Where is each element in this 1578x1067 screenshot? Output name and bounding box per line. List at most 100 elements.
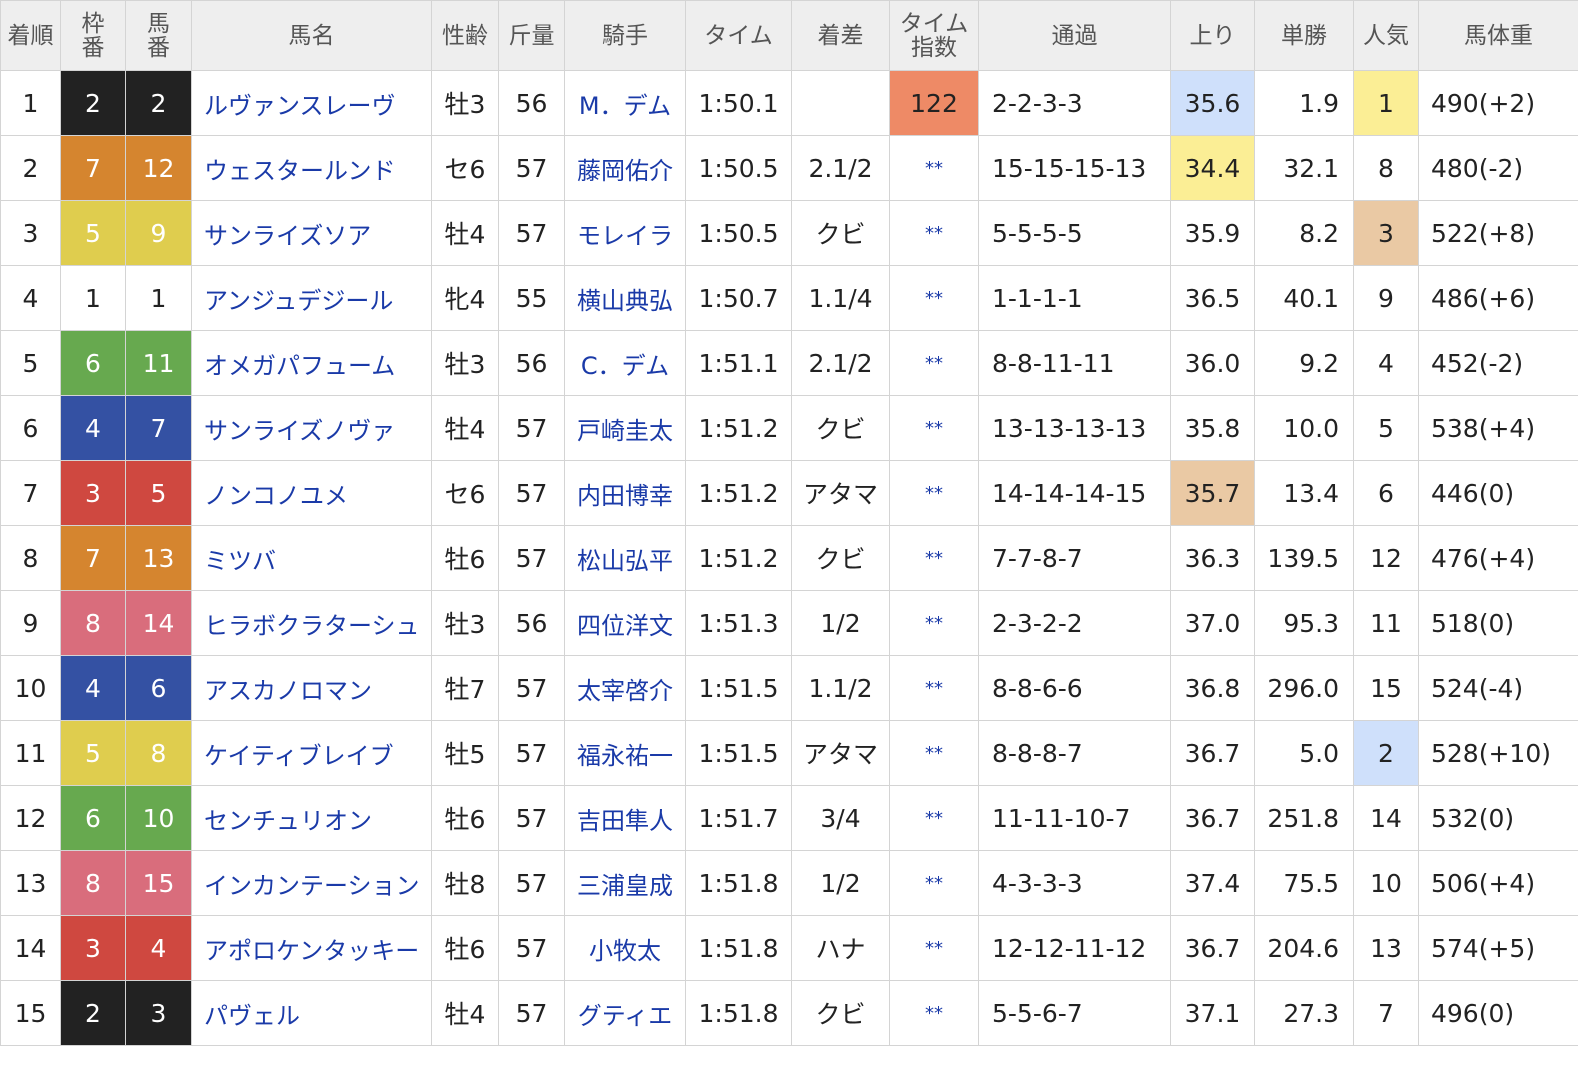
jockey-link[interactable]: 太宰啓介 [564, 655, 686, 721]
sex-age-cell: 牡8 [431, 850, 499, 916]
jockey-link[interactable]: 松山弘平 [564, 525, 686, 591]
margin-cell: アタマ [791, 720, 890, 786]
jockey-link[interactable]: 福永祐一 [564, 720, 686, 786]
table-row[interactable]: 5 6 11 オメガパフューム 牡3 56 C．デム 1:51.1 2.1/2 ** 8-8-11-… [0, 330, 1578, 396]
table-row[interactable]: 2 7 12 ウェスタールンド セ6 57 藤岡佑介 1:50.5 2.1/2 ** 15-15-1… [0, 135, 1578, 201]
body-weight-cell: 538(+4) [1418, 395, 1578, 461]
horse-name-link[interactable]: アンジュデジール [191, 265, 432, 331]
header-row: 着順 枠番 馬番 馬名 性齢 斤量 騎手 タイム 着差 タイム 指数 通過 上り … [0, 0, 1578, 71]
horse-name-link[interactable]: アポロケンタッキー [191, 915, 432, 981]
waku-cell: 5 [60, 200, 126, 266]
header-passing[interactable]: 通過 [978, 0, 1171, 71]
header-popularity[interactable]: 人気 [1353, 0, 1419, 71]
horse-name-link[interactable]: アスカノロマン [191, 655, 432, 721]
sex-age-cell: 牡6 [431, 525, 499, 591]
time-index-cell: ** [889, 785, 979, 851]
margin-cell: 2.1/2 [791, 330, 890, 396]
time-cell: 1:51.8 [685, 980, 792, 1046]
sex-age-cell: セ6 [431, 460, 499, 526]
rank-cell: 2 [0, 135, 61, 201]
waku-cell: 5 [60, 720, 126, 786]
popularity-cell: 6 [1353, 460, 1419, 526]
horse-name-link[interactable]: ミツバ [191, 525, 432, 591]
waku-cell: 2 [60, 70, 126, 136]
horse-name-link[interactable]: ヒラボクラターシュ [191, 590, 432, 656]
horse-name-link[interactable]: ルヴァンスレーヴ [191, 70, 432, 136]
horse-name-link[interactable]: サンライズソア [191, 200, 432, 266]
popularity-cell: 15 [1353, 655, 1419, 721]
table-row[interactable]: 6 4 7 サンライズノヴァ 牡4 57 戸崎圭太 1:51.2 クビ ** 13-13-13-13… [0, 395, 1578, 461]
jockey-link[interactable]: 三浦皇成 [564, 850, 686, 916]
table-row[interactable]: 4 1 1 アンジュデジール 牝4 55 横山典弘 1:50.7 1.1/4 ** 1-1-1-1 3… [0, 265, 1578, 331]
jockey-link[interactable]: 内田博幸 [564, 460, 686, 526]
popularity-cell: 3 [1353, 200, 1419, 266]
table-row[interactable]: 10 4 6 アスカノロマン 牡7 57 太宰啓介 1:51.5 1.1/2 ** 8-8-6-6 3… [0, 655, 1578, 721]
waku-cell: 3 [60, 915, 126, 981]
table-row[interactable]: 1 2 2 ルヴァンスレーヴ 牡3 56 M．デム 1:50.1 122 2-2-3-3 35.6 1… [0, 70, 1578, 136]
table-row[interactable]: 13 8 15 インカンテーション 牡8 57 三浦皇成 1:51.8 1/2 ** 4-3-3-3… [0, 850, 1578, 916]
header-body-weight[interactable]: 馬体重 [1418, 0, 1578, 71]
time-cell: 1:50.1 [685, 70, 792, 136]
jockey-link[interactable]: 藤岡佑介 [564, 135, 686, 201]
popularity-cell: 9 [1353, 265, 1419, 331]
header-last3f[interactable]: 上り [1170, 0, 1255, 71]
sex-age-cell: 牡4 [431, 980, 499, 1046]
header-time-index[interactable]: タイム 指数 [889, 0, 979, 71]
horse-name-link[interactable]: パヴェル [191, 980, 432, 1046]
jockey-link[interactable]: モレイラ [564, 200, 686, 266]
horse-name-link[interactable]: インカンテーション [191, 850, 432, 916]
weight-carried-cell: 57 [498, 395, 565, 461]
jockey-link[interactable]: C．デム [564, 330, 686, 396]
header-rank[interactable]: 着順 [0, 0, 61, 71]
jockey-link[interactable]: 吉田隼人 [564, 785, 686, 851]
rank-cell: 10 [0, 655, 61, 721]
table-row[interactable]: 14 3 4 アポロケンタッキー 牡6 57 小牧太 1:51.8 ハナ ** 12-12-11-1… [0, 915, 1578, 981]
last3f-cell: 35.8 [1170, 395, 1255, 461]
horse-name-link[interactable]: ウェスタールンド [191, 135, 432, 201]
header-sex-age[interactable]: 性齢 [431, 0, 499, 71]
horse-name-link[interactable]: オメガパフューム [191, 330, 432, 396]
odds-cell: 9.2 [1254, 330, 1354, 396]
horse-name-link[interactable]: センチュリオン [191, 785, 432, 851]
table-row[interactable]: 7 3 5 ノンコノユメ セ6 57 内田博幸 1:51.2 アタマ ** 14-14-14-15 3… [0, 460, 1578, 526]
table-row[interactable]: 11 5 8 ケイティブレイブ 牡5 57 福永祐一 1:51.5 アタマ ** 8-8-8-7 36… [0, 720, 1578, 786]
jockey-link[interactable]: 戸崎圭太 [564, 395, 686, 461]
header-horse-name[interactable]: 馬名 [191, 0, 432, 71]
horse-name-link[interactable]: サンライズノヴァ [191, 395, 432, 461]
jockey-link[interactable]: 四位洋文 [564, 590, 686, 656]
time-cell: 1:51.8 [685, 850, 792, 916]
horse-number-cell: 8 [125, 720, 192, 786]
jockey-link[interactable]: M．デム [564, 70, 686, 136]
odds-cell: 32.1 [1254, 135, 1354, 201]
odds-cell: 40.1 [1254, 265, 1354, 331]
header-weight-carried[interactable]: 斤量 [498, 0, 565, 71]
margin-cell: 1.1/2 [791, 655, 890, 721]
table-row[interactable]: 12 6 10 センチュリオン 牡6 57 吉田隼人 1:51.7 3/4 ** 11-11-10-… [0, 785, 1578, 851]
jockey-link[interactable]: グティエ [564, 980, 686, 1046]
table-row[interactable]: 3 5 9 サンライズソア 牡4 57 モレイラ 1:50.5 クビ ** 5-5-5-5 35.9 8… [0, 200, 1578, 266]
horse-name-link[interactable]: ケイティブレイブ [191, 720, 432, 786]
header-time[interactable]: タイム [685, 0, 792, 71]
popularity-cell: 11 [1353, 590, 1419, 656]
odds-cell: 296.0 [1254, 655, 1354, 721]
last3f-cell: 36.0 [1170, 330, 1255, 396]
table-row[interactable]: 8 7 13 ミツバ 牡6 57 松山弘平 1:51.2 クビ ** 7-7-8-7 36.3 139.… [0, 525, 1578, 591]
odds-cell: 8.2 [1254, 200, 1354, 266]
header-waku[interactable]: 枠番 [60, 0, 126, 71]
table-row[interactable]: 9 8 14 ヒラボクラターシュ 牡3 56 四位洋文 1:51.3 1/2 ** 2-3-2-2 3… [0, 590, 1578, 656]
horse-number-cell: 1 [125, 265, 192, 331]
header-horse-number[interactable]: 馬番 [125, 0, 192, 71]
popularity-cell: 2 [1353, 720, 1419, 786]
jockey-link[interactable]: 小牧太 [564, 915, 686, 981]
header-margin[interactable]: 着差 [791, 0, 890, 71]
horse-name-link[interactable]: ノンコノユメ [191, 460, 432, 526]
body-weight-cell: 446(0) [1418, 460, 1578, 526]
sex-age-cell: 牡3 [431, 70, 499, 136]
horse-number-cell: 9 [125, 200, 192, 266]
horse-number-cell: 14 [125, 590, 192, 656]
jockey-link[interactable]: 横山典弘 [564, 265, 686, 331]
last3f-cell: 36.5 [1170, 265, 1255, 331]
header-jockey[interactable]: 騎手 [564, 0, 686, 71]
table-row[interactable]: 15 2 3 パヴェル 牡4 57 グティエ 1:51.8 クビ ** 5-5-6-7 37.1 27.… [0, 980, 1578, 1046]
header-odds[interactable]: 単勝 [1254, 0, 1354, 71]
